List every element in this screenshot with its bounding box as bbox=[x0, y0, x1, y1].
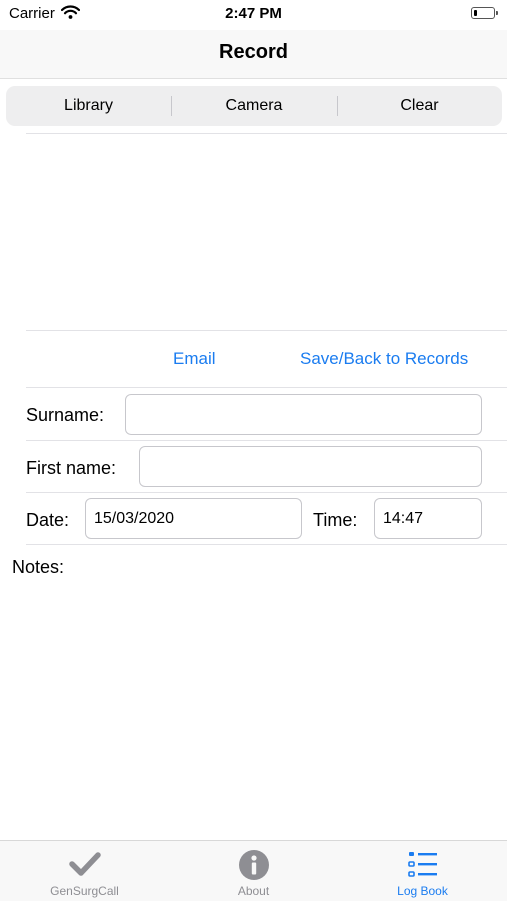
clear-segment[interactable]: Clear bbox=[337, 86, 502, 126]
battery-icon bbox=[471, 7, 498, 19]
time-field[interactable] bbox=[374, 498, 482, 539]
first-name-label: First name: bbox=[26, 458, 117, 478]
tab-gensurgcall[interactable]: GenSurgCall bbox=[0, 841, 169, 901]
tab-log-book[interactable]: Log Book bbox=[338, 841, 507, 901]
surname-label: Surname: bbox=[26, 405, 105, 425]
image-preview-area bbox=[26, 134, 507, 330]
library-segment[interactable]: Library bbox=[6, 86, 171, 126]
actions-divider bbox=[26, 387, 507, 388]
tab-bar: GenSurgCall About Log Book bbox=[0, 840, 507, 901]
list-icon bbox=[338, 849, 507, 881]
date-field[interactable] bbox=[85, 498, 302, 539]
battery-level bbox=[473, 9, 477, 16]
page-title: Record bbox=[219, 41, 288, 63]
image-area-bottom-divider bbox=[26, 330, 507, 331]
tab-label: About bbox=[237, 884, 270, 898]
date-label: Date: bbox=[26, 510, 70, 530]
time-label: Time: bbox=[313, 510, 358, 530]
email-button[interactable]: Email bbox=[173, 349, 216, 369]
tab-label: Log Book bbox=[397, 884, 448, 898]
camera-segment[interactable]: Camera bbox=[171, 86, 337, 126]
checkmark-icon bbox=[0, 849, 169, 881]
info-icon bbox=[169, 849, 338, 881]
tab-about[interactable]: About bbox=[169, 841, 338, 901]
first-name-divider bbox=[26, 492, 507, 493]
tab-label: GenSurgCall bbox=[50, 884, 119, 898]
status-time: 2:47 PM bbox=[225, 5, 282, 22]
date-time-divider bbox=[26, 544, 507, 545]
status-bar: Carrier 2:47 PM bbox=[0, 0, 507, 30]
save-back-to-records-button[interactable]: Save/Back to Records bbox=[300, 349, 468, 369]
surname-field[interactable] bbox=[125, 394, 482, 435]
notes-text-area[interactable] bbox=[12, 585, 495, 830]
surname-divider bbox=[26, 440, 507, 441]
notes-label: Notes: bbox=[12, 557, 65, 577]
navigation-bar: Record bbox=[0, 30, 507, 79]
image-source-segmented-control: Library Camera Clear bbox=[6, 86, 502, 126]
first-name-field[interactable] bbox=[139, 446, 482, 487]
